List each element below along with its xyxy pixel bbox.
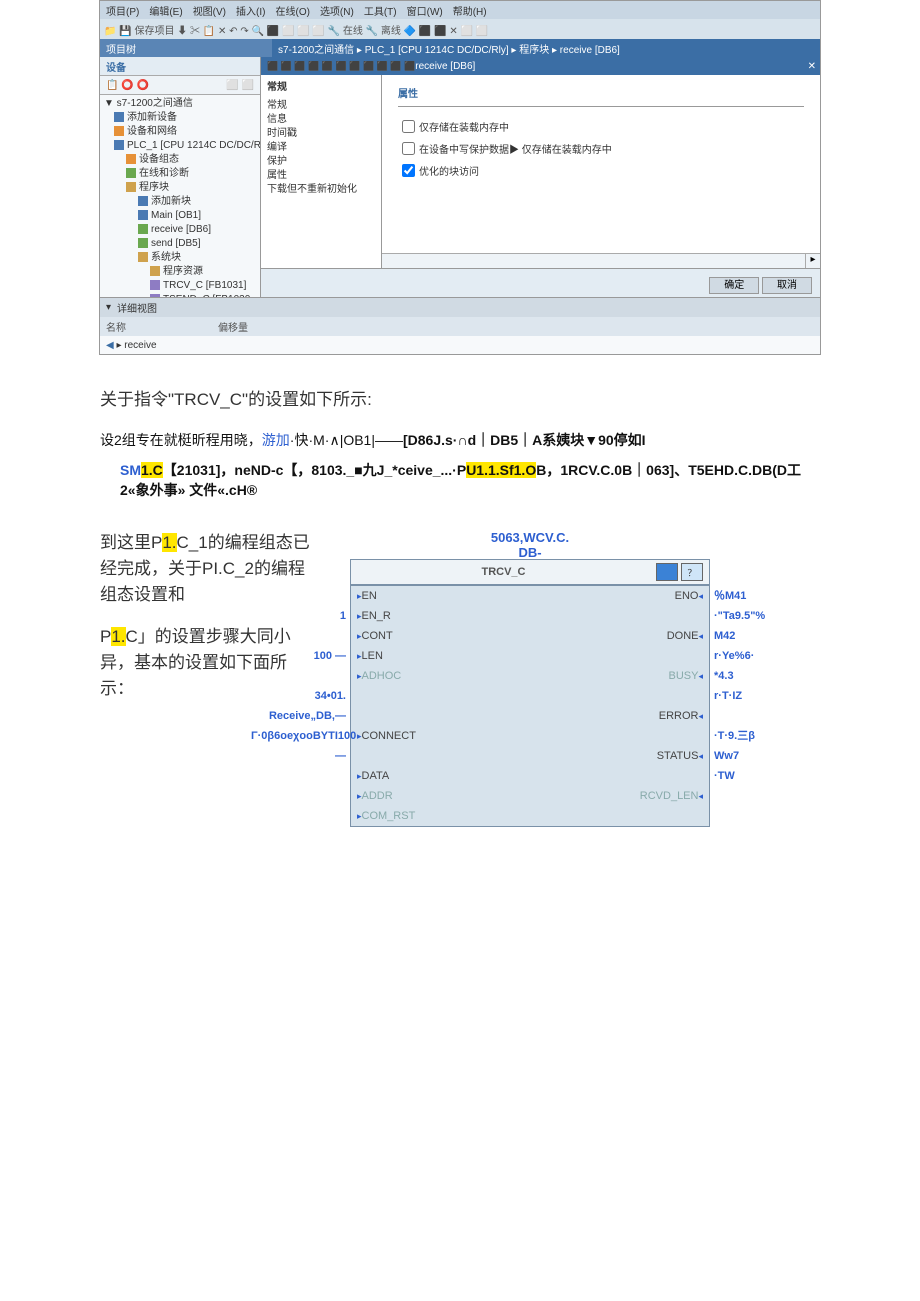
block-output-label: M42 xyxy=(714,626,799,646)
block-tab-row: TRCV_C ？ xyxy=(350,559,710,585)
block-output-label: *4.3 xyxy=(714,666,799,686)
block-port-row: ▸LEN xyxy=(351,646,709,666)
detail-panel: ▾详细视图 名称偏移量 ◀ ▸ receive xyxy=(100,297,820,354)
opt-writeprotect[interactable] xyxy=(402,142,415,155)
config-icon[interactable] xyxy=(656,563,678,581)
dialog-buttons: 确定 取消 xyxy=(261,268,820,297)
tree-node[interactable]: send [DB5] xyxy=(100,237,260,251)
close-icon[interactable]: ✕ xyxy=(808,61,816,72)
tree-node[interactable]: ▼ s7-1200之间通信 xyxy=(100,97,260,111)
tree-node[interactable]: PLC_1 [CPU 1214C DC/DC/Rly] xyxy=(100,139,260,153)
opt-loadmem[interactable] xyxy=(402,120,415,133)
block-output-label: ·T·9.三β xyxy=(714,726,799,746)
nav-header: 常规 xyxy=(267,81,375,95)
block-port-row: ▸CONNECT xyxy=(351,726,709,746)
block-port-row: ▸DATA xyxy=(351,766,709,786)
nav-item[interactable]: 属性 xyxy=(267,169,375,183)
block-port-row: ERROR◂ xyxy=(351,706,709,726)
tree-node[interactable]: 设备组态 xyxy=(100,153,260,167)
block-port-row: STATUS◂ xyxy=(351,746,709,766)
panel-title: 属性 xyxy=(398,85,804,100)
detail-row[interactable]: ◀ ▸ receive xyxy=(100,336,820,354)
tree-node[interactable]: Main [OB1] xyxy=(100,209,260,223)
help-icon[interactable]: ？ xyxy=(681,563,703,581)
properties-nav[interactable]: 常规 常规 信息 时间戳 编译 保护 属性 下载但不重新初始化 xyxy=(261,75,382,268)
ok-button[interactable]: 确定 xyxy=(709,277,759,294)
menu-item[interactable]: 帮助(H) xyxy=(453,3,487,18)
block-output-label: Ww7 xyxy=(714,746,799,766)
project-tree-title: 项目树 xyxy=(100,39,272,57)
ide-window: 项目(P) 编辑(E) 视图(V) 插入(I) 在线(O) 选项(N) 工具(T… xyxy=(99,0,821,355)
chevron-down-icon[interactable]: ▾ xyxy=(106,302,111,313)
tree-node[interactable]: 程序资源 xyxy=(100,265,260,279)
nav-item[interactable]: 保护 xyxy=(267,155,375,169)
tree-node[interactable]: 程序块 xyxy=(100,181,260,195)
block-port-row xyxy=(351,686,709,706)
breadcrumb: s7-1200之间通信 ▸ PLC_1 [CPU 1214C DC/DC/Rly… xyxy=(272,39,820,57)
nav-item[interactable]: 下载但不重新初始化 xyxy=(267,183,375,197)
menu-item[interactable]: 编辑(E) xyxy=(149,3,182,18)
tree-node[interactable]: 系统块 xyxy=(100,251,260,265)
menu-item[interactable]: 窗口(W) xyxy=(407,3,443,18)
block-output-label xyxy=(714,706,799,726)
tree-node[interactable]: 在线和诊断 xyxy=(100,167,260,181)
block-port-row: ▸ENENO◂ xyxy=(351,586,709,606)
block-input-label xyxy=(251,586,346,606)
block-output-label: ％M41 xyxy=(714,586,799,606)
opt-optimized[interactable] xyxy=(402,164,415,177)
menu-item[interactable]: 工具(T) xyxy=(364,3,397,18)
toolbar[interactable]: 📁 💾 保存项目 ⬇ ✂ 📋 ✕ ↶ ↷ 🔍 ⬛ ⬜ ⬜ ⬜ 🔧 在线 🔧 离线… xyxy=(100,19,820,39)
block-port-row: ▸ADDRRCVD_LEN◂ xyxy=(351,786,709,806)
tree-node[interactable]: 添加新块 xyxy=(100,195,260,209)
nav-item[interactable]: 常规 xyxy=(267,99,375,113)
menu-item[interactable]: 视图(V) xyxy=(193,3,226,18)
menu-item[interactable]: 在线(O) xyxy=(275,3,309,18)
block-input-label: 1 xyxy=(251,606,346,626)
block-input-label xyxy=(251,666,346,686)
block-input-label: 100 — xyxy=(251,646,346,666)
block-port-row: ▸EN_R xyxy=(351,606,709,626)
tree-toolbar[interactable]: 📋 ⭕ ⭕ ⬜ ⬜ xyxy=(100,76,260,95)
col-name: 名称 xyxy=(100,317,212,336)
block-input-label xyxy=(251,746,346,766)
block-output-label: ·TW xyxy=(714,766,799,786)
block-output-label: r·T·IZ xyxy=(714,686,799,706)
device-tab[interactable]: 设备 xyxy=(100,57,260,76)
tree-node[interactable]: TRCV_C [FB1031] xyxy=(100,279,260,293)
block-port-row: ▸COM_RST xyxy=(351,806,709,826)
block-input-label: 34•01. xyxy=(251,686,346,706)
editor-tab[interactable]: ⬛ ⬛ ⬛ ⬛ ⬛ ⬛ ⬛ ⬛ ⬛ ⬛ ⬛receive [DB6]✕ xyxy=(261,57,820,75)
block-title: 5063,WCV.C.DB- xyxy=(350,530,710,560)
block-diagram: 5063,WCV.C.DB- TRCV_C ？ 1100 —34•01.Rece… xyxy=(350,530,710,827)
block-input-label: Receive„DB,— xyxy=(251,706,346,726)
menu-item[interactable]: 项目(P) xyxy=(106,3,139,18)
project-tree[interactable]: 设备 📋 ⭕ ⭕ ⬜ ⬜ ▼ s7-1200之间通信添加新设备设备和网络PLC_… xyxy=(100,57,261,297)
nav-item[interactable]: 编译 xyxy=(267,141,375,155)
tree-node[interactable]: receive [DB6] xyxy=(100,223,260,237)
nav-item[interactable]: 时间戳 xyxy=(267,127,375,141)
tree-node[interactable]: TSEND_C [FB1030… xyxy=(100,293,260,297)
block-input-label xyxy=(251,626,346,646)
paragraph-1: 设2组专在就梃昕程用晓，游加·快·M·∧|OB1|——[D86J.s·∩d｜DB… xyxy=(100,430,820,450)
tree-node[interactable]: 添加新设备 xyxy=(100,111,260,125)
properties-panel: 属性 仅存储在装载内存中 在设备中写保护数据▶ 仅存储在装载内存中 优化的块访问… xyxy=(382,75,820,268)
block-port-row: ▸ADHOCBUSY◂ xyxy=(351,666,709,686)
cancel-button[interactable]: 取消 xyxy=(762,277,812,294)
block-input-label: Γ·0β6oeχooBYTI100— xyxy=(251,726,346,746)
block-output-label: r·Ye%6· xyxy=(714,646,799,666)
block-port-row: ▸CONTDONE◂ xyxy=(351,626,709,646)
tree-node[interactable]: 设备和网络 xyxy=(100,125,260,139)
col-offset: 偏移量 xyxy=(212,317,254,336)
menubar[interactable]: 项目(P) 编辑(E) 视图(V) 插入(I) 在线(O) 选项(N) 工具(T… xyxy=(100,1,820,19)
block-output-label: ·"Ta9.5"% xyxy=(714,606,799,626)
paragraph-2: SM1.C【21031]，neND-c【，8103._■九J_*ceive_..… xyxy=(120,460,820,500)
nav-item[interactable]: 信息 xyxy=(267,113,375,127)
menu-item[interactable]: 选项(N) xyxy=(320,3,354,18)
caption: 关于指令"TRCV_C"的设置如下所示: xyxy=(100,385,820,410)
menu-item[interactable]: 插入(I) xyxy=(236,3,265,18)
